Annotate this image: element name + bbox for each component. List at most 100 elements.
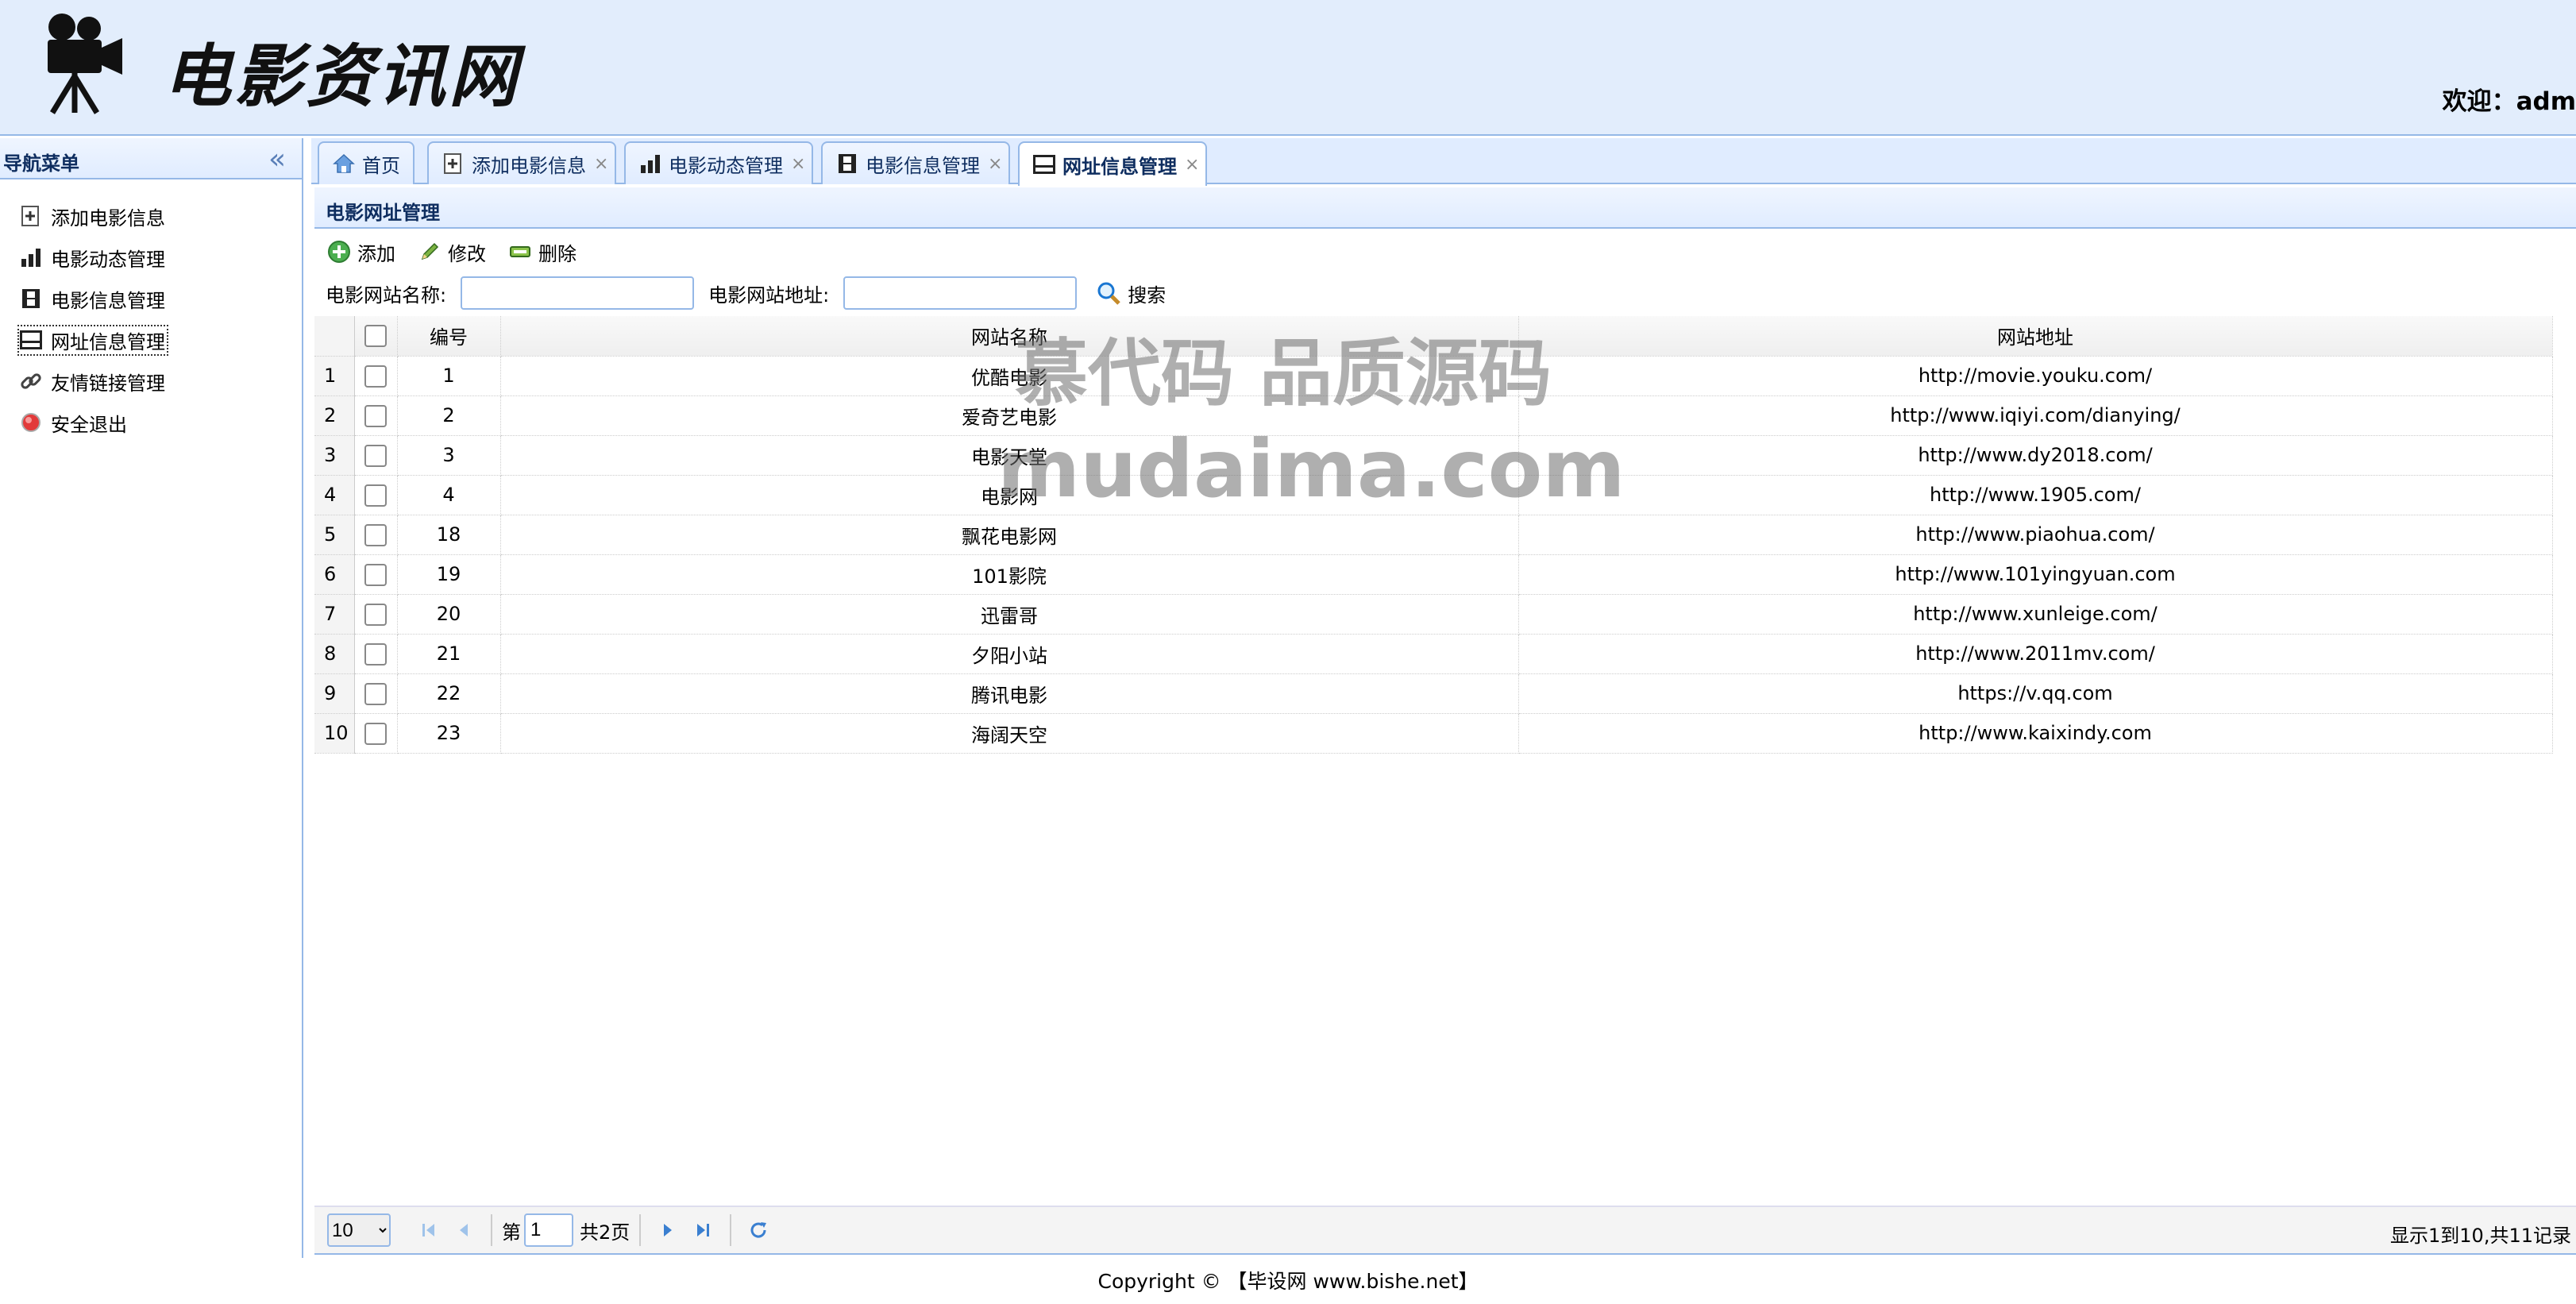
sidebar-item-label: 安全退出 [51,413,127,436]
first-page-icon[interactable] [411,1213,446,1248]
tab-close-icon[interactable]: × [594,154,608,174]
row-checkbox[interactable] [364,404,387,427]
column-header-id[interactable]: 编号 [397,316,501,357]
sidebar-item-movie-info[interactable]: 电影信息管理 [0,278,302,319]
url-table: 编号 网站名称 网站地址 1 1 优酷电影 http://movie.youku… [314,316,2553,754]
next-page-icon[interactable] [650,1213,685,1248]
row-checkbox[interactable] [364,365,387,388]
last-page-icon[interactable] [685,1213,720,1248]
row-checkbox-cell [354,673,398,714]
cell-url: https://v.qq.com [1518,673,2553,714]
row-checkbox[interactable] [364,523,387,546]
table-row[interactable]: 5 18 飘花电影网 http://www.piaohua.com/ [314,515,2553,555]
row-number: 6 [314,554,355,595]
nav-header: 导航菜单 « [0,138,302,179]
tab-bar: 首页 添加电影信息 × 电影动态管理 × 电影信息管理 × 网址信息管理 × [311,138,2576,186]
site-url-input[interactable] [843,276,1078,310]
cell-id: 20 [397,594,501,635]
table-row[interactable]: 1 1 优酷电影 http://movie.youku.com/ [314,356,2553,396]
add-button-label: 添加 [357,242,395,265]
cell-name: 101影院 [500,554,1519,595]
select-all-checkbox[interactable] [364,325,387,348]
table-header-row: 编号 网站名称 网站地址 [314,316,2553,357]
tab-home[interactable]: 首页 [318,141,415,184]
row-checkbox[interactable] [364,682,387,705]
film-icon [835,152,859,176]
table-row[interactable]: 6 19 101影院 http://www.101yingyuan.com [314,554,2553,595]
welcome-username: adm [2516,87,2576,116]
row-checkbox[interactable] [364,603,387,626]
table-row[interactable]: 2 2 爱奇艺电影 http://www.iqiyi.com/dianying/ [314,395,2553,436]
row-number: 8 [314,634,355,674]
panel-title: 电影网址管理 [326,202,440,224]
sidebar-nav: 导航菜单 « 添加电影信息 电影动态管理 电影信息管理 网址信息管理 友情链接管… [0,138,303,1258]
cell-id: 18 [397,515,501,555]
cell-id: 21 [397,634,501,674]
table-row[interactable]: 7 20 迅雷哥 http://www.xunleige.com/ [314,594,2553,635]
row-checkbox[interactable] [364,484,387,507]
prev-page-icon[interactable] [446,1213,481,1248]
exit-icon [19,411,43,434]
row-checkbox-cell [354,594,398,635]
row-checkbox-cell [354,475,398,515]
table-row[interactable]: 8 21 夕阳小站 http://www.2011mv.com/ [314,634,2553,674]
column-header-name[interactable]: 网站名称 [500,316,1519,357]
site-url-label: 电影网站地址: [708,284,830,307]
cell-url: http://www.dy2018.com/ [1518,435,2553,476]
cell-id: 23 [397,713,501,754]
plus-circle-icon [327,240,351,264]
page-number-input[interactable] [524,1213,573,1247]
cell-id: 22 [397,673,501,714]
site-name-input[interactable] [461,276,695,310]
tab-close-icon[interactable]: × [791,154,805,174]
cell-url: http://www.kaixindy.com [1518,713,2553,754]
cell-name: 优酷电影 [500,356,1519,396]
tab-url-info[interactable]: 网址信息管理 × [1018,141,1207,186]
search-button[interactable]: 搜索 [1096,280,1166,307]
row-checkbox-cell [354,634,398,674]
link-icon [19,369,43,393]
table-row[interactable]: 10 23 海阔天空 http://www.kaixindy.com [314,713,2553,754]
sidebar-item-add-movie[interactable]: 添加电影信息 [0,195,302,237]
table-row[interactable]: 3 3 电影天堂 http://www.dy2018.com/ [314,435,2553,476]
footer-copyright: Copyright © 【毕设网 www.bishe.net】 [1097,1270,1479,1293]
grid-toolbar: 添加 修改 删除 [314,232,2576,272]
cell-name: 电影天堂 [500,435,1519,476]
sidebar-item-friend-links[interactable]: 友情链接管理 [0,361,302,402]
cell-id: 1 [397,356,501,396]
row-checkbox[interactable] [364,444,387,467]
table-row[interactable]: 4 4 电影网 http://www.1905.com/ [314,475,2553,515]
sidebar-item-selected-wrap: 网址信息管理 [17,324,168,356]
movie-camera-logo-icon [48,14,122,114]
select-all-checkbox-cell [354,316,398,357]
column-header-url[interactable]: 网站地址 [1518,316,2553,357]
sidebar-item-movie-news[interactable]: 电影动态管理 [0,237,302,278]
tab-close-icon[interactable]: × [1185,155,1199,175]
table-row[interactable]: 9 22 腾讯电影 https://v.qq.com [314,673,2553,714]
sidebar-item-logout[interactable]: 安全退出 [0,402,302,443]
tab-label: 电影动态管理 [669,154,783,177]
add-button[interactable]: 添加 [327,238,395,266]
row-number: 2 [314,395,355,436]
row-checkbox[interactable] [364,563,387,586]
search-button-label: 搜索 [1128,284,1167,307]
row-number: 9 [314,673,355,714]
tab-movie-news[interactable]: 电影动态管理 × [624,141,813,184]
row-number: 7 [314,594,355,635]
refresh-icon[interactable] [741,1213,776,1248]
tab-movie-info[interactable]: 电影信息管理 × [821,141,1010,184]
edit-button[interactable]: 修改 [418,238,486,266]
page-size-select[interactable]: 10 [327,1213,391,1247]
site-logo-text: 电影资讯网 [163,37,520,117]
delete-button[interactable]: 删除 [508,238,577,266]
sidebar-item-url-info[interactable]: 网址信息管理 [0,319,302,361]
tab-add-movie[interactable]: 添加电影信息 × [427,141,616,184]
tab-close-icon[interactable]: × [988,154,1002,174]
cell-id: 3 [397,435,501,476]
collapse-left-icon[interactable]: « [268,143,286,176]
row-checkbox[interactable] [364,642,387,666]
row-checkbox[interactable] [364,722,387,745]
row-checkbox-cell [354,515,398,555]
cell-url: http://movie.youku.com/ [1518,356,2553,396]
cell-name: 电影网 [500,475,1519,515]
